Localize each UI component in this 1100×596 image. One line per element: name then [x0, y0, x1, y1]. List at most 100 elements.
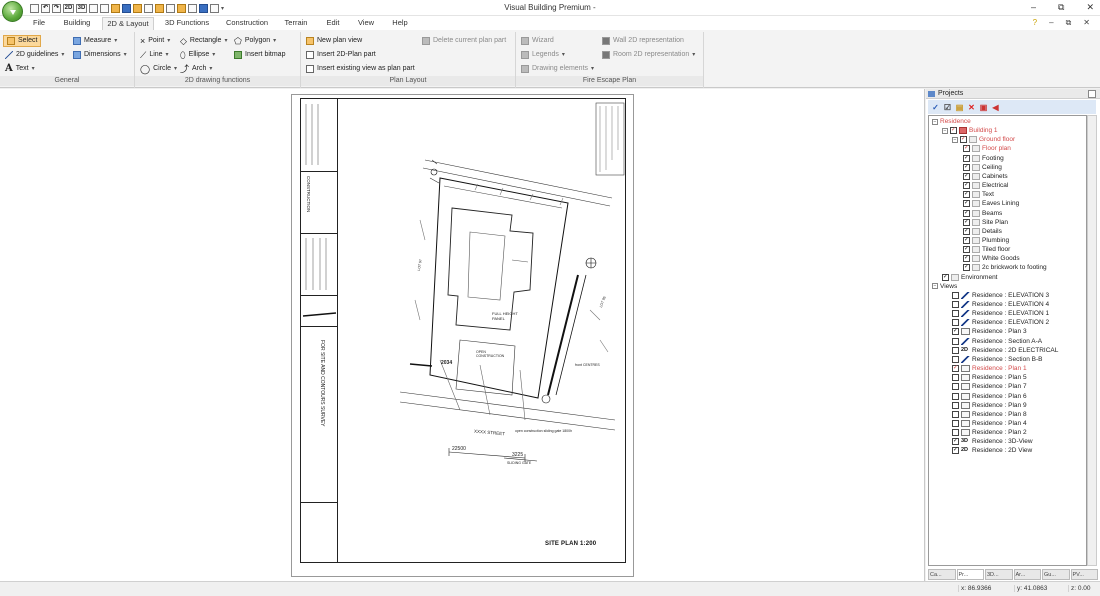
- tree-item[interactable]: ✓ Cabinets: [963, 172, 1008, 181]
- tab-projects[interactable]: Pr...: [956, 569, 984, 580]
- visibility-checkbox[interactable]: [952, 383, 959, 391]
- tree-item[interactable]: Residence : ELEVATION 4: [952, 300, 1049, 309]
- annotation-gate-note: open construction sliding gate 1800h: [515, 429, 573, 433]
- visibility-checkbox[interactable]: [952, 319, 959, 327]
- visibility-checkbox[interactable]: [952, 429, 959, 437]
- tree-item[interactable]: ✓ Floor plan: [963, 144, 1011, 153]
- tab-pv[interactable]: PV...: [1070, 569, 1098, 580]
- tree-item[interactable]: Residence : ELEVATION 3: [952, 291, 1049, 300]
- visibility-checkbox[interactable]: ✓: [952, 328, 959, 336]
- application-menu-button[interactable]: [2, 1, 23, 22]
- tree-item[interactable]: ✓ Plumbing: [963, 236, 1009, 245]
- collapse-icon[interactable]: −: [932, 283, 938, 290]
- tree-item[interactable]: ✓ Electrical: [963, 181, 1008, 190]
- tree-item[interactable]: ✓ Tiled floor: [963, 245, 1010, 254]
- tree-item-label: Plumbing: [982, 236, 1010, 244]
- save-icon[interactable]: ▣: [979, 103, 988, 112]
- tree-item[interactable]: ✓ Text: [963, 190, 994, 199]
- visibility-checkbox[interactable]: ✓: [963, 145, 970, 153]
- visibility-checkbox[interactable]: ✓: [942, 273, 949, 281]
- visibility-checkbox[interactable]: ✓: [963, 209, 970, 217]
- project-tree-scrollbar[interactable]: [1087, 115, 1097, 566]
- visibility-checkbox[interactable]: [952, 291, 959, 299]
- visibility-checkbox[interactable]: ✓: [963, 218, 970, 226]
- visibility-checkbox[interactable]: [952, 337, 959, 345]
- tree-item[interactable]: Residence : ELEVATION 1: [952, 309, 1049, 318]
- visibility-checkbox[interactable]: ✓: [963, 154, 970, 162]
- tree-item[interactable]: ✓ Footing: [963, 154, 1004, 163]
- tree-item[interactable]: − Views: [932, 282, 957, 291]
- visibility-checkbox[interactable]: ✓: [963, 227, 970, 235]
- tree-item[interactable]: − ✓ Ground floor: [952, 135, 1015, 144]
- tree-item[interactable]: ✓ Residence : Plan 3: [952, 327, 1027, 336]
- visibility-checkbox[interactable]: ✓: [963, 163, 970, 171]
- tree-item[interactable]: Residence : Plan 9: [952, 401, 1027, 410]
- visibility-checkbox[interactable]: ✓: [963, 236, 970, 244]
- tree-item[interactable]: ✓ Ceiling: [963, 163, 1002, 172]
- tree-item[interactable]: Residence : Plan 7: [952, 382, 1027, 391]
- tree-item[interactable]: − Residence: [932, 117, 971, 126]
- visibility-checkbox[interactable]: ✓: [952, 447, 959, 455]
- visibility-checkbox[interactable]: [952, 346, 959, 354]
- delete-icon[interactable]: ✕: [967, 103, 976, 112]
- tree-item-label: Residence : Plan 3: [972, 328, 1027, 336]
- visibility-checkbox[interactable]: ✓: [963, 172, 970, 180]
- visibility-checkbox[interactable]: [952, 310, 959, 318]
- tree-item[interactable]: ✓ White Goods: [963, 254, 1020, 263]
- tab-guides[interactable]: Gu...: [1042, 569, 1070, 580]
- check-all-icon[interactable]: ☑: [943, 103, 952, 112]
- tree-item[interactable]: ✓ 2D Residence : 2D View: [952, 446, 1032, 455]
- visibility-checkbox[interactable]: [952, 355, 959, 363]
- layer-icon: [972, 236, 980, 244]
- tree-item[interactable]: Residence : Plan 8: [952, 410, 1027, 419]
- visibility-checkbox[interactable]: ✓: [963, 246, 970, 254]
- tree-item[interactable]: ✓ Eaves Lining: [963, 199, 1019, 208]
- tree-item[interactable]: Residence : Plan 4: [952, 419, 1027, 428]
- tree-item[interactable]: Residence : Plan 2: [952, 428, 1027, 437]
- tree-item[interactable]: ✓ 3D Residence : 3D-View: [952, 437, 1033, 446]
- tree-item[interactable]: ✓ Residence : Plan 1: [952, 364, 1027, 373]
- tree-item[interactable]: Residence : Plan 6: [952, 392, 1027, 401]
- tree-item-label: White Goods: [982, 255, 1020, 263]
- collapse-icon[interactable]: −: [952, 136, 958, 143]
- visibility-checkbox[interactable]: ✓: [963, 264, 970, 272]
- visibility-checkbox[interactable]: ✓: [963, 191, 970, 199]
- visibility-checkbox[interactable]: ✓: [960, 136, 967, 144]
- visibility-checkbox[interactable]: ✓: [963, 255, 970, 263]
- tree-item-label: Beams: [982, 209, 1003, 217]
- visibility-checkbox[interactable]: ✓: [950, 127, 957, 135]
- panel-pin-icon[interactable]: [1088, 90, 1096, 98]
- tree-item[interactable]: ✓ Site Plan: [963, 218, 1008, 227]
- visibility-checkbox[interactable]: [952, 392, 959, 400]
- visibility-checkbox[interactable]: [952, 419, 959, 427]
- project-tree[interactable]: − Residence − ✓ Building 1− ✓ Ground floor ✓ Flo…: [928, 115, 1087, 566]
- visibility-checkbox[interactable]: [952, 410, 959, 418]
- tree-item[interactable]: 2D Residence : 2D ELECTRICAL: [952, 346, 1058, 355]
- visibility-checkbox[interactable]: ✓: [963, 200, 970, 208]
- collapse-icon[interactable]: −: [942, 127, 948, 134]
- visibility-checkbox[interactable]: [952, 401, 959, 409]
- visibility-checkbox[interactable]: ✓: [963, 182, 970, 190]
- tree-item[interactable]: ✓ Details: [963, 227, 1002, 236]
- visibility-checkbox[interactable]: ✓: [952, 365, 959, 373]
- tab-architecture[interactable]: Ar...: [1013, 569, 1041, 580]
- tree-item-label: Residence : Plan 1: [972, 365, 1027, 373]
- speaker-icon[interactable]: ◀: [991, 103, 1000, 112]
- tree-item[interactable]: − ✓ Building 1: [942, 126, 998, 135]
- visibility-checkbox[interactable]: [952, 374, 959, 382]
- tab-3d[interactable]: 3D...: [985, 569, 1013, 580]
- folder-icon[interactable]: ▤: [955, 103, 964, 112]
- visibility-checkbox[interactable]: [952, 301, 959, 308]
- tree-item[interactable]: Residence : Plan 5: [952, 373, 1027, 382]
- tree-item[interactable]: Residence : ELEVATION 2: [952, 318, 1049, 327]
- check-icon[interactable]: ✓: [931, 103, 940, 112]
- elevation-view-icon: [961, 337, 970, 345]
- visibility-checkbox[interactable]: ✓: [952, 438, 959, 446]
- tree-item[interactable]: ✓ 2c brickwork to footing: [963, 263, 1047, 272]
- collapse-icon[interactable]: −: [932, 118, 938, 125]
- tree-item[interactable]: ✓ Beams: [963, 209, 1002, 218]
- tree-item[interactable]: Residence : Section A-A: [952, 337, 1042, 346]
- tab-catalog[interactable]: Ca...: [928, 569, 956, 580]
- tree-item[interactable]: Residence : Section B-B: [952, 355, 1042, 364]
- tree-item[interactable]: ✓ Environment: [942, 273, 998, 282]
